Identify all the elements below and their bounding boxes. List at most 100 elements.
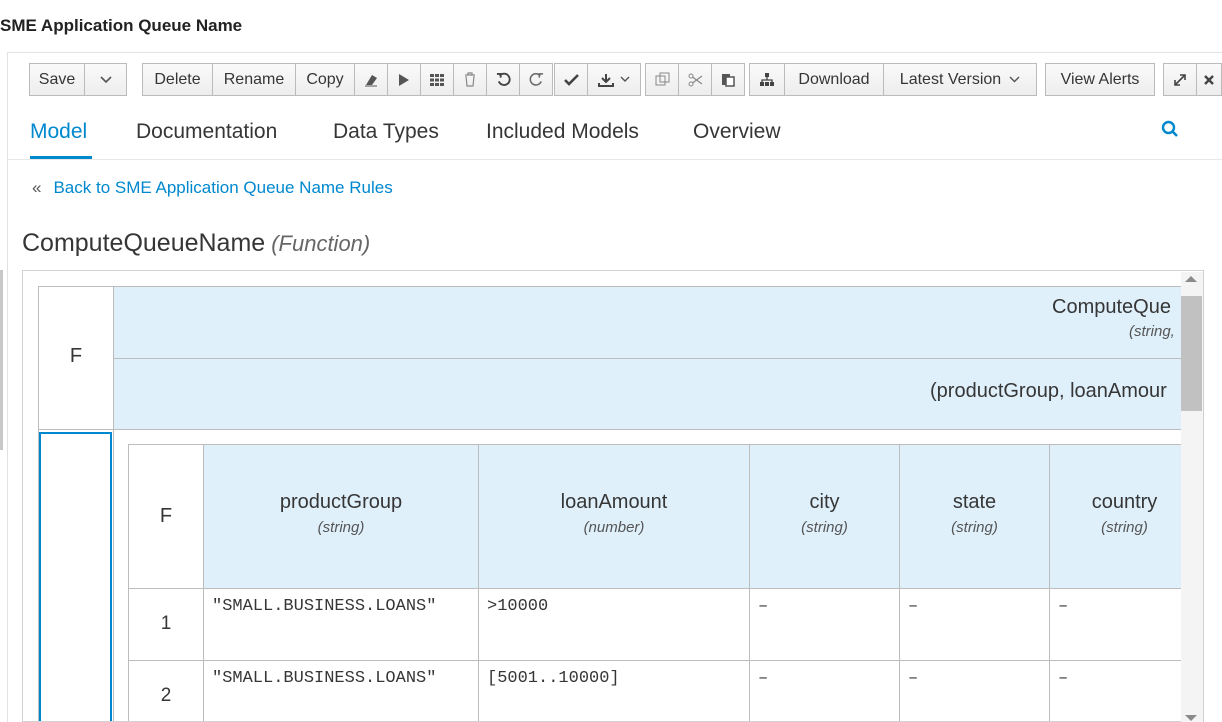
- table-cell[interactable]: [5001..10000]: [478, 660, 750, 721]
- undo-button[interactable]: [486, 63, 520, 96]
- download-button[interactable]: Download: [784, 63, 884, 96]
- column-type: (string): [317, 519, 365, 536]
- tab-overview[interactable]: Overview: [693, 120, 781, 144]
- function-name: ComputeQueueName: [22, 229, 266, 257]
- paste-icon: [722, 74, 735, 87]
- grid-icon: [430, 73, 444, 86]
- tab-included-models[interactable]: Included Models: [486, 120, 639, 144]
- chevron-down-icon: [620, 76, 630, 82]
- column-name: country: [1091, 491, 1158, 513]
- table-cell[interactable]: –: [1049, 660, 1200, 721]
- redo-button[interactable]: [519, 63, 553, 96]
- column-type: (string): [951, 519, 998, 536]
- delete-button[interactable]: Delete: [142, 63, 213, 96]
- cell-value: –: [1058, 669, 1069, 688]
- table-cell[interactable]: –: [749, 660, 900, 721]
- function-kind-cell[interactable]: F: [38, 286, 114, 430]
- grid-view-button[interactable]: [420, 63, 454, 96]
- table-cell[interactable]: >10000: [478, 588, 750, 661]
- column-name: state: [952, 491, 997, 513]
- scissors-icon: [688, 73, 702, 86]
- row-number: 1: [160, 613, 172, 634]
- column-type: (string): [801, 519, 848, 536]
- cell-value: –: [908, 597, 919, 616]
- column-type: (string): [1101, 519, 1148, 536]
- hit-policy-label: F: [69, 345, 83, 367]
- import-icon: [598, 73, 614, 87]
- column-header-city[interactable]: city (string): [749, 444, 900, 589]
- table-cell[interactable]: "SMALL.BUSINESS.LOANS": [203, 588, 479, 661]
- active-tab-indicator: [30, 156, 92, 159]
- tab-model[interactable]: Model: [30, 120, 87, 144]
- scroll-up-arrow-icon[interactable]: [1185, 276, 1197, 282]
- play-icon: [399, 73, 409, 86]
- tab-documentation[interactable]: Documentation: [136, 120, 277, 144]
- scroll-down-arrow-icon[interactable]: [1185, 715, 1197, 721]
- back-link[interactable]: « Back to SME Application Queue Name Rule…: [32, 178, 393, 198]
- column-header-state[interactable]: state (string): [899, 444, 1050, 589]
- save-options-dropdown[interactable]: [84, 63, 127, 96]
- decision-hit-policy: F: [159, 505, 173, 527]
- copy-button[interactable]: Copy: [295, 63, 355, 96]
- column-name: productGroup: [279, 491, 403, 513]
- trash-button[interactable]: [453, 63, 487, 96]
- function-params-cell[interactable]: (productGroup, loanAmour: [113, 358, 1203, 430]
- tab-data-types[interactable]: Data Types: [333, 120, 439, 144]
- row-number-cell[interactable]: 2: [128, 660, 204, 721]
- table-cell[interactable]: –: [899, 660, 1050, 721]
- column-name: city: [809, 491, 840, 513]
- paste-button[interactable]: [711, 63, 745, 96]
- row-number: 2: [160, 685, 172, 706]
- eraser-icon: [365, 74, 377, 86]
- version-dropdown[interactable]: Latest Version: [883, 63, 1037, 96]
- table-cell[interactable]: –: [899, 588, 1050, 661]
- table-cell[interactable]: "SMALL.BUSINESS.LOANS": [203, 660, 479, 721]
- table-cell[interactable]: –: [749, 588, 900, 661]
- cell-value: "SMALL.BUSINESS.LOANS": [212, 669, 437, 688]
- row-number-cell[interactable]: 1: [128, 588, 204, 661]
- hierarchy-button[interactable]: [749, 63, 785, 96]
- close-button[interactable]: [1196, 63, 1222, 96]
- expression-grid: F ComputeQue (string, (productGroup, loa…: [22, 270, 1204, 722]
- maximize-button[interactable]: [1163, 63, 1197, 96]
- duplicate-button[interactable]: [645, 63, 679, 96]
- eraser-button[interactable]: [354, 63, 388, 96]
- undo-icon: [496, 72, 511, 86]
- function-header-name: ComputeQue: [1052, 296, 1171, 318]
- column-name: loanAmount: [560, 491, 668, 513]
- chevron-down-icon: [99, 75, 112, 83]
- left-panel-handle[interactable]: [0, 270, 3, 450]
- version-label: Latest Version: [899, 70, 1002, 88]
- redo-icon: [529, 73, 543, 86]
- validate-button[interactable]: [554, 63, 588, 96]
- function-header-type: (string,: [1129, 323, 1175, 340]
- save-button[interactable]: Save: [29, 63, 85, 96]
- function-params: (productGroup, loanAmour: [930, 380, 1167, 402]
- trash-icon: [465, 72, 475, 87]
- expand-icon: [1174, 73, 1186, 86]
- decision-hit-policy-cell[interactable]: F: [128, 444, 204, 589]
- cell-value: [5001..10000]: [487, 669, 620, 688]
- cut-button[interactable]: [678, 63, 712, 96]
- cell-value: >10000: [487, 597, 549, 616]
- run-button[interactable]: [387, 63, 421, 96]
- app-title: SME Application Queue Name: [0, 16, 243, 35]
- sitemap-icon: [760, 73, 774, 86]
- table-cell[interactable]: –: [1049, 588, 1200, 661]
- editor-tabs: Model Documentation Data Types Included …: [8, 106, 1222, 160]
- cell-value: "SMALL.BUSINESS.LOANS": [212, 597, 437, 616]
- cell-value: –: [758, 669, 769, 688]
- rename-button[interactable]: Rename: [212, 63, 296, 96]
- import-dropdown-button[interactable]: [587, 63, 641, 96]
- search-icon[interactable]: [1161, 120, 1179, 138]
- cell-value: –: [908, 669, 919, 688]
- duplicate-icon: [655, 72, 669, 86]
- function-header-cell[interactable]: ComputeQue (string,: [113, 286, 1203, 359]
- view-alerts-button[interactable]: View Alerts: [1045, 63, 1155, 96]
- function-kind: (Function): [271, 231, 371, 256]
- scrollbar-thumb[interactable]: [1181, 296, 1202, 411]
- header-divider: [8, 52, 1222, 53]
- column-header-country[interactable]: country (string): [1049, 444, 1200, 589]
- column-header-productgroup[interactable]: productGroup (string): [203, 444, 479, 589]
- column-header-loanamount[interactable]: loanAmount (number): [478, 444, 750, 589]
